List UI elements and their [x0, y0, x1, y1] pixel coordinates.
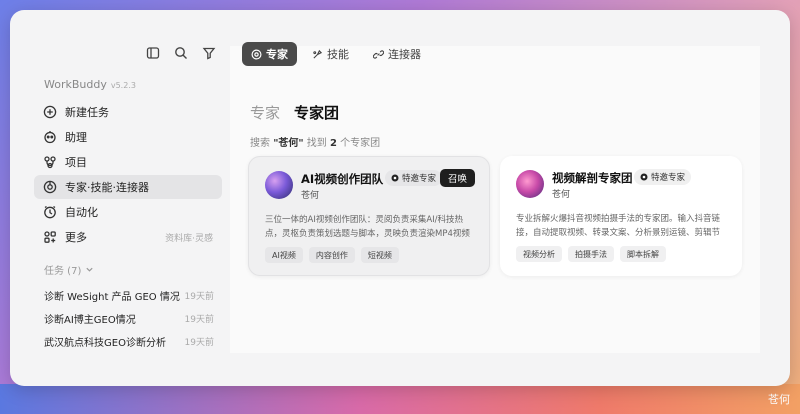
sidebar-item-label: 自动化	[65, 206, 98, 219]
avatar	[516, 170, 544, 198]
plus-circle-icon	[43, 105, 57, 119]
sidebar-item-more[interactable]: 更多 资料库·灵感	[34, 225, 222, 249]
sidebar-item-label: 助理	[65, 131, 87, 144]
sidebar-nav: 新建任务 助理 项目 专家·技能·连接器 自动化 更多 资料库·灵感	[34, 100, 222, 250]
avatar	[265, 171, 293, 199]
top-tabs: 专家 技能 连接器	[242, 42, 430, 66]
tab-label: 连接器	[388, 48, 421, 61]
tag: 脚本拆解	[620, 246, 666, 262]
card-tags: 视频分析 拍摄手法 脚本拆解	[516, 246, 666, 262]
tab-connectors[interactable]: 连接器	[364, 42, 430, 66]
app-window: WorkBuddy v5.2.3 新建任务 助理 项目 专家·技能·连接器 自动化	[10, 10, 790, 386]
expert-team-cards: AI视频创作团队 特邀专家 苍何 召唤 三位一体的AI视频创作团队：灵阅负责采集…	[248, 156, 742, 276]
tasks-header-label: 任务 (7)	[44, 266, 82, 277]
tag: 内容创作	[308, 247, 355, 263]
summon-button[interactable]: 召唤	[439, 169, 475, 187]
task-item[interactable]: 武汉航点科技GEO诊断分析 19天前	[44, 330, 214, 353]
badge-label: 特邀专家	[402, 174, 437, 184]
search-prefix: 搜索	[250, 138, 274, 149]
task-time: 19天前	[184, 315, 214, 325]
filter-icon[interactable]	[202, 46, 216, 60]
robot-icon	[43, 130, 57, 144]
search-suffix: 个专家团	[336, 138, 381, 149]
tab-experts[interactable]: 专家	[242, 42, 297, 66]
link-icon	[373, 49, 384, 59]
search-icon[interactable]	[174, 46, 188, 60]
sidebar-toggle-icon[interactable]	[146, 46, 160, 60]
tab-label: 技能	[327, 48, 349, 61]
app-name: WorkBuddy	[44, 78, 107, 91]
task-item[interactable]: 诊断AI博主GEO情况 19天前	[44, 307, 214, 330]
sidebar-item-assistant[interactable]: 助理	[34, 125, 222, 149]
task-time: 19天前	[184, 338, 214, 348]
sidebar: WorkBuddy v5.2.3 新建任务 助理 项目 专家·技能·连接器 自动化	[10, 10, 230, 386]
task-name: 武汉航点科技GEO诊断分析	[44, 338, 166, 349]
watermark: 苍何	[768, 393, 790, 406]
expert-icon	[251, 49, 262, 59]
card-description: 三位一体的AI视频创作团队：灵阅负责采集AI/科技热点，灵枢负责策划选题与脚本，…	[265, 215, 470, 239]
status-badge: 特邀专家	[634, 169, 692, 185]
subtabs: 专家 专家团	[250, 102, 339, 123]
app-version: v5.2.3	[110, 81, 136, 90]
card-tags: AI视频 内容创作 短视频	[265, 247, 399, 263]
chevron-down-icon	[86, 267, 93, 272]
sidebar-item-new-task[interactable]: 新建任务	[34, 100, 222, 124]
tab-label: 专家	[266, 48, 288, 61]
expert-badge-icon	[391, 174, 399, 182]
sidebar-item-label: 专家·技能·连接器	[65, 181, 149, 194]
task-item[interactable]: 诊断 WeSight 产品 GEO 情况 19天前	[44, 284, 214, 307]
badge-label: 特邀专家	[651, 173, 686, 183]
card-owner: 苍何	[552, 190, 571, 200]
expert-icon	[43, 180, 57, 194]
grid-icon	[43, 230, 57, 244]
skill-icon	[313, 49, 323, 59]
task-list: 诊断 WeSight 产品 GEO 情况 19天前 诊断AI博主GEO情况 19…	[44, 284, 214, 353]
tab-skills[interactable]: 技能	[303, 42, 358, 66]
expert-team-card[interactable]: AI视频创作团队 特邀专家 苍何 召唤 三位一体的AI视频创作团队：灵阅负责采集…	[248, 156, 490, 276]
card-title: 视频解剖专家团	[552, 171, 633, 185]
card-description: 专业拆解火爆抖音视频拍摄手法的专家团。输入抖音链接，自动提取视频、转录文案、分析…	[516, 214, 721, 238]
app-brand: WorkBuddy v5.2.3	[44, 78, 136, 91]
project-icon	[43, 155, 57, 169]
tag: AI视频	[265, 247, 303, 263]
card-title: AI视频创作团队	[301, 172, 384, 186]
tag: 短视频	[360, 247, 399, 263]
task-time: 19天前	[184, 292, 214, 302]
tag: 视频分析	[516, 246, 562, 262]
sidebar-item-experts[interactable]: 专家·技能·连接器	[34, 175, 222, 199]
sidebar-item-label: 新建任务	[65, 106, 109, 119]
task-name: 诊断 WeSight 产品 GEO 情况	[44, 292, 180, 303]
sidebar-item-label: 更多	[65, 231, 87, 244]
subtab-expert-teams[interactable]: 专家团	[294, 102, 339, 123]
subtab-experts[interactable]: 专家	[250, 102, 280, 123]
sidebar-item-hint: 资料库·灵感	[165, 233, 213, 244]
sidebar-item-automation[interactable]: 自动化	[34, 200, 222, 224]
task-name: 诊断AI博主GEO情况	[44, 315, 136, 326]
desktop-background	[0, 384, 800, 414]
sidebar-item-project[interactable]: 项目	[34, 150, 222, 174]
expert-team-card[interactable]: 视频解剖专家团 特邀专家 苍何 专业拆解火爆抖音视频拍摄手法的专家团。输入抖音链…	[500, 156, 742, 276]
clock-icon	[43, 205, 57, 219]
card-owner: 苍何	[301, 191, 320, 201]
search-count: 2	[329, 138, 337, 149]
sidebar-item-label: 项目	[65, 156, 87, 169]
search-query: "苍何"	[273, 138, 304, 149]
expert-badge-icon	[640, 173, 648, 181]
status-badge: 特邀专家	[385, 170, 443, 186]
search-result-summary: 搜索 "苍何" 找到 2 个专家团	[250, 134, 380, 149]
sidebar-toolbar	[146, 46, 216, 60]
search-middle: 找到	[303, 138, 330, 149]
tasks-header[interactable]: 任务 (7)	[44, 262, 94, 277]
main-panel: 专家 技能 连接器 专家 专家团 搜索 "苍何" 找到 2 个专家团 AI视频创…	[230, 42, 760, 353]
tag: 拍摄手法	[568, 246, 614, 262]
